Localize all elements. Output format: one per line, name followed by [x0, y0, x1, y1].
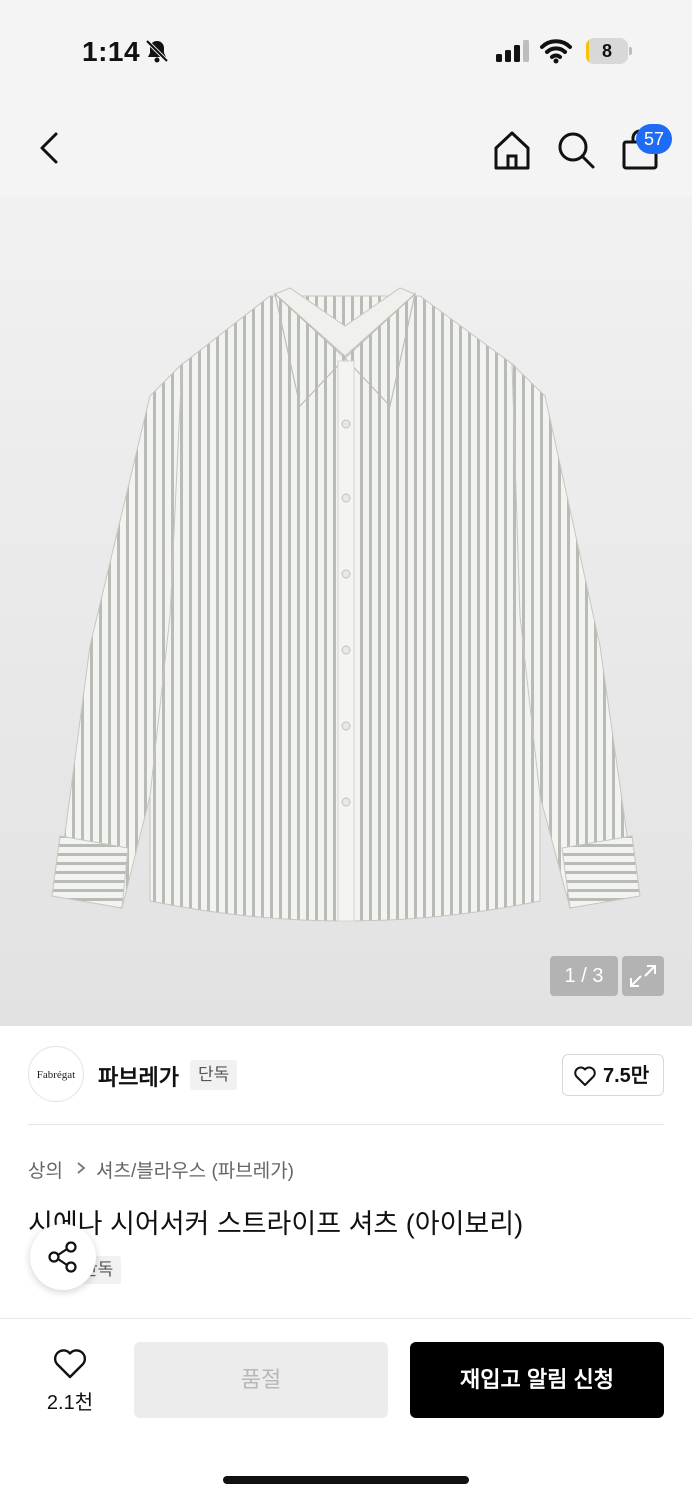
- cart-count-badge: 57: [636, 124, 672, 154]
- cellular-signal-icon: [496, 40, 529, 62]
- breadcrumb-category[interactable]: 상의: [28, 1156, 63, 1183]
- bell-slash-icon: [145, 39, 169, 63]
- breadcrumb-subcategory[interactable]: 셔츠/블라우스 (파브레가): [96, 1156, 294, 1183]
- brand-exclusive-badge: 단독: [190, 1060, 238, 1090]
- battery-level: 8: [601, 41, 612, 61]
- wifi-icon: [540, 39, 572, 64]
- home-indicator: [223, 1476, 469, 1484]
- wishlist-heart-icon[interactable]: [52, 1346, 88, 1380]
- divider: [28, 1124, 664, 1125]
- expand-button[interactable]: [622, 956, 664, 996]
- expand-icon: [630, 965, 656, 987]
- restock-alert-button[interactable]: 재입고 알림 신청: [410, 1342, 664, 1418]
- top-nav-bar: [0, 100, 692, 196]
- battery-cap: [629, 47, 632, 55]
- product-image-gallery[interactable]: 1 / 3: [0, 196, 692, 1026]
- battery-icon: 8: [586, 38, 632, 64]
- product-image: [51, 287, 641, 922]
- battery-body: 8: [586, 38, 628, 64]
- status-time: 1:14: [82, 36, 141, 67]
- brand-name[interactable]: 파브레가: [98, 1060, 179, 1092]
- status-bar: 1:14 8: [0, 0, 692, 100]
- share-icon: [48, 1241, 77, 1273]
- brand-like-button[interactable]: 7.5만: [562, 1054, 664, 1096]
- search-icon[interactable]: [554, 128, 598, 172]
- wishlist-count: 2.1천: [46, 1392, 94, 1414]
- home-icon[interactable]: [490, 128, 534, 172]
- chevron-right-icon: [77, 1162, 86, 1174]
- heart-icon: [574, 1066, 596, 1086]
- back-chevron-icon[interactable]: [28, 126, 72, 170]
- product-title: 시에나 시어서커 스트라이프 셔츠 (아이보리): [28, 1209, 524, 1239]
- share-button[interactable]: [30, 1224, 96, 1290]
- brand-like-count: 7.5만: [603, 1065, 650, 1087]
- image-pager: 1 / 3: [550, 956, 618, 996]
- brand-logo[interactable]: Fabrégat: [28, 1046, 84, 1102]
- soldout-button: 품절: [134, 1342, 388, 1418]
